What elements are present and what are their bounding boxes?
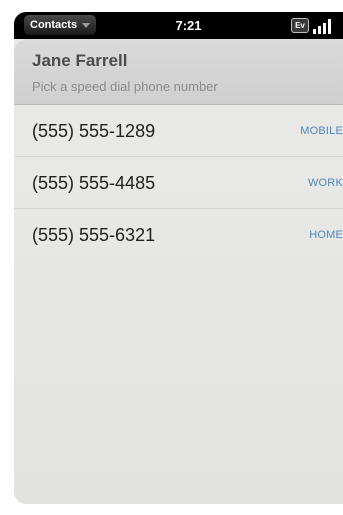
phone-number-row[interactable]: (555) 555-6321 HOME (14, 209, 343, 261)
phone-number: (555) 555-6321 (32, 225, 156, 245)
phone-number: (555) 555-1289 (32, 121, 156, 141)
phone-number: (555) 555-4485 (32, 173, 156, 193)
phone-number-row[interactable]: (555) 555-4485 WORK (14, 157, 343, 209)
contact-name: Jane Farrell (32, 51, 128, 70)
status-bar: Contacts 7:21 Ev (14, 12, 343, 39)
contact-header: Jane Farrell Pick a speed dial phone num… (14, 39, 343, 105)
phone-number-row[interactable]: (555) 555-1289 MOBILE (14, 105, 343, 157)
screen: Contacts 7:21 Ev Jane Farrell Pick a spe… (0, 0, 343, 515)
phone-type-label: WORK (307, 177, 343, 189)
signal-strength-icon (313, 17, 335, 34)
phone-type-label: HOME (309, 229, 343, 241)
speed-dial-panel: Jane Farrell Pick a speed dial phone num… (14, 39, 343, 504)
phone-number-list: (555) 555-1289 MOBILE (555) 555-4485 WOR… (14, 105, 343, 261)
instruction-text: Pick a speed dial phone number (32, 79, 218, 94)
phone-type-label: MOBILE (300, 125, 343, 137)
network-icon: Ev (291, 18, 309, 33)
